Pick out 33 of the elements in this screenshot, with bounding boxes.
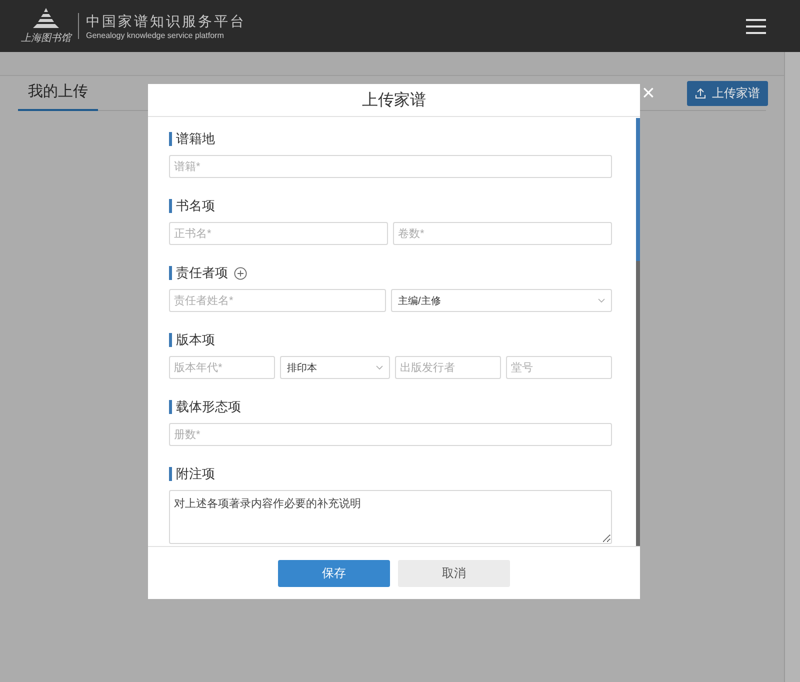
dialog-scrollbar[interactable]	[636, 118, 640, 546]
cancel-button[interactable]: 取消	[398, 560, 510, 586]
text-field[interactable]: 责任者姓名*	[169, 289, 386, 312]
tab[interactable]: 我的上传	[18, 76, 98, 111]
text-field[interactable]: 版本年代*	[169, 356, 275, 379]
site-title: 中国家谱知识服务平台	[86, 12, 246, 30]
chevron-down-icon	[598, 298, 605, 303]
pagoda-logo-icon	[33, 8, 59, 30]
chevron-down-icon	[376, 365, 383, 370]
site-subtitle: Genealogy knowledge service platform	[86, 30, 225, 40]
section-title: 责任者项	[169, 266, 228, 280]
add-icon[interactable]	[234, 266, 247, 280]
section-title: 附注项	[169, 467, 215, 481]
text-field[interactable]: 正书名*	[169, 222, 388, 245]
notes-field[interactable]: 对上述各项著录内容作必要的补充说明	[169, 490, 612, 544]
upload-button[interactable]: 上传家谱	[687, 80, 768, 106]
select-field[interactable]: 主编/主修	[391, 289, 612, 312]
upload-icon	[695, 88, 706, 98]
menu-icon[interactable]	[746, 18, 766, 34]
scrollbar[interactable]	[784, 52, 800, 682]
section-title: 谱籍地	[169, 132, 215, 146]
text-field[interactable]: 册数*	[169, 423, 612, 446]
section-title: 版本项	[169, 333, 215, 347]
logo-text: 上海图书馆	[21, 32, 71, 44]
dialog-title: 上传家谱	[148, 84, 640, 117]
section-title: 书名项	[169, 199, 215, 213]
text-field[interactable]: 卷数*	[393, 222, 612, 245]
text-field[interactable]: 出版发行者	[395, 356, 501, 379]
text-field[interactable]: 谱籍*	[169, 155, 612, 178]
save-button[interactable]: 保存	[278, 560, 390, 586]
text-field[interactable]: 堂号	[506, 356, 612, 379]
section-title: 载体形态项	[169, 400, 241, 414]
select-field[interactable]: 排印本	[280, 356, 390, 379]
